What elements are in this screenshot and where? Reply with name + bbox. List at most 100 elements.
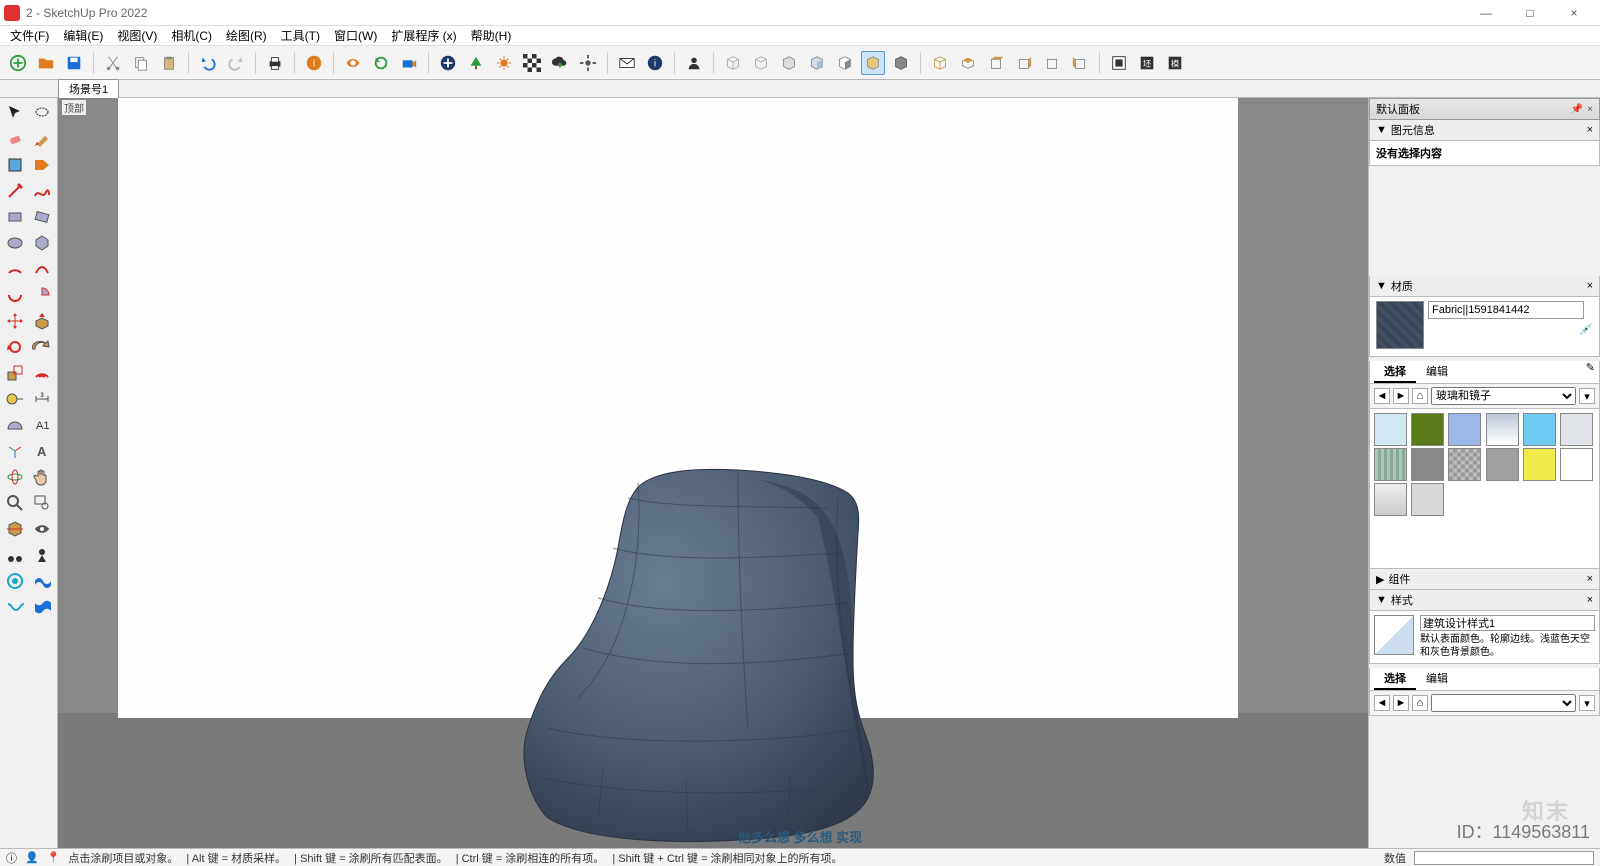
styles-nav-detail[interactable]: ▾ xyxy=(1579,695,1595,711)
redo-button[interactable] xyxy=(224,51,248,75)
new-file-button[interactable] xyxy=(6,51,30,75)
followme-tool[interactable] xyxy=(29,334,56,360)
styles-header[interactable]: ▼ 样式× xyxy=(1369,590,1600,611)
arc-tool[interactable] xyxy=(2,256,29,282)
scene-tab-1[interactable]: 场景号1 xyxy=(58,79,119,98)
styles-tab-select[interactable]: 选择 xyxy=(1374,668,1416,690)
eyedropper-icon[interactable]: 💉 xyxy=(1579,324,1593,336)
style-name-input[interactable] xyxy=(1420,615,1595,631)
tag-tool[interactable] xyxy=(29,152,56,178)
look-tool[interactable] xyxy=(29,516,56,542)
maximize-button[interactable]: □ xyxy=(1508,0,1552,26)
menu-view[interactable]: 视图(V) xyxy=(111,25,163,46)
add-circle-button[interactable] xyxy=(436,51,460,75)
tape-tool[interactable] xyxy=(2,386,29,412)
zoom-window-tool[interactable] xyxy=(29,490,56,516)
rectangle-tool[interactable] xyxy=(2,204,29,230)
swatch[interactable] xyxy=(1411,413,1444,446)
arc3-tool[interactable] xyxy=(2,282,29,308)
styles-tab-edit[interactable]: 编辑 xyxy=(1416,668,1458,690)
menu-draw[interactable]: 绘图(R) xyxy=(220,25,273,46)
lasso-tool[interactable] xyxy=(29,100,56,126)
tray-close-icon[interactable]: × xyxy=(1587,104,1593,115)
styles-nav-back[interactable]: ◄ xyxy=(1374,695,1390,711)
viewport[interactable]: 顶部 xyxy=(58,98,1368,848)
freehand-tool[interactable] xyxy=(29,178,56,204)
offset-tool[interactable] xyxy=(29,360,56,386)
arc2-tool[interactable] xyxy=(29,256,56,282)
text-tool[interactable]: A1 xyxy=(29,412,56,438)
style-mono-button[interactable] xyxy=(833,51,857,75)
menu-tools[interactable]: 工具(T) xyxy=(275,25,326,46)
polygon-tool[interactable] xyxy=(29,230,56,256)
view-right-button[interactable] xyxy=(1012,51,1036,75)
status-help-icon[interactable]: ⓘ xyxy=(6,850,17,866)
open-file-button[interactable] xyxy=(34,51,58,75)
close-button[interactable]: × xyxy=(1552,0,1596,26)
materials-tab-edit[interactable]: 编辑 xyxy=(1416,361,1458,383)
style-shaded-tex-button[interactable] xyxy=(805,51,829,75)
save-file-button[interactable] xyxy=(62,51,86,75)
square-2-button[interactable]: 坯 xyxy=(1135,51,1159,75)
material-name-input[interactable] xyxy=(1428,301,1584,319)
swatch[interactable] xyxy=(1560,413,1593,446)
view-back-button[interactable] xyxy=(1040,51,1064,75)
style-back-button[interactable] xyxy=(889,51,913,75)
swatch[interactable] xyxy=(1448,413,1481,446)
select-tool[interactable] xyxy=(2,100,29,126)
styles-nav-home[interactable]: ⌂ xyxy=(1412,695,1428,711)
pie-tool[interactable] xyxy=(29,282,56,308)
ext2-tool[interactable] xyxy=(29,568,56,594)
user-button[interactable] xyxy=(682,51,706,75)
menu-help[interactable]: 帮助(H) xyxy=(465,25,518,46)
move-tool[interactable] xyxy=(2,308,29,334)
material-collection-select[interactable]: 玻璃和镜子 xyxy=(1431,387,1576,405)
swatch[interactable] xyxy=(1374,448,1407,481)
swatch[interactable] xyxy=(1486,413,1519,446)
view-top-button[interactable] xyxy=(956,51,980,75)
ext4-tool[interactable] xyxy=(29,594,56,620)
style-hidden-button[interactable] xyxy=(749,51,773,75)
refresh-button[interactable] xyxy=(369,51,393,75)
swatch[interactable] xyxy=(1411,448,1444,481)
styles-tool[interactable] xyxy=(2,152,29,178)
mail-button[interactable] xyxy=(615,51,639,75)
ext3-tool[interactable] xyxy=(2,594,29,620)
nav-home-button[interactable]: ⌂ xyxy=(1412,388,1428,404)
swatch[interactable] xyxy=(1560,448,1593,481)
enscape-button[interactable] xyxy=(341,51,365,75)
orbit-tool[interactable] xyxy=(2,464,29,490)
pushpull-tool[interactable] xyxy=(29,308,56,334)
tray-title[interactable]: 默认面板 📌× xyxy=(1369,98,1600,120)
components-header[interactable]: ▶ 组件× xyxy=(1369,569,1600,590)
entity-info-header[interactable]: ▼ 图元信息× xyxy=(1369,120,1600,141)
view-iso-button[interactable] xyxy=(928,51,952,75)
scale-tool[interactable] xyxy=(2,360,29,386)
nav-fwd-button[interactable]: ► xyxy=(1393,388,1409,404)
cut-button[interactable] xyxy=(101,51,125,75)
walk-tool[interactable] xyxy=(2,542,29,568)
protractor-tool[interactable] xyxy=(2,412,29,438)
measure-input[interactable] xyxy=(1414,851,1594,865)
rotate-tool[interactable] xyxy=(2,334,29,360)
rot-rect-tool[interactable] xyxy=(29,204,56,230)
swatch[interactable] xyxy=(1411,483,1444,516)
menu-file[interactable]: 文件(F) xyxy=(4,25,55,46)
camera-button[interactable] xyxy=(397,51,421,75)
menu-camera[interactable]: 相机(C) xyxy=(165,25,218,46)
model-info-button[interactable]: i xyxy=(302,51,326,75)
section-tool[interactable] xyxy=(2,516,29,542)
swatch[interactable] xyxy=(1448,448,1481,481)
materials-tab-select[interactable]: 选择 xyxy=(1374,361,1416,383)
gear-button[interactable] xyxy=(576,51,600,75)
axes-tool[interactable] xyxy=(2,438,29,464)
dimension-tool[interactable]: 3 xyxy=(29,386,56,412)
position-camera-tool[interactable] xyxy=(29,542,56,568)
pan-tool[interactable] xyxy=(29,464,56,490)
ext1-tool[interactable] xyxy=(2,568,29,594)
circle-tool[interactable] xyxy=(2,230,29,256)
checker-button[interactable] xyxy=(520,51,544,75)
square-3-button[interactable]: 模 xyxy=(1163,51,1187,75)
style-thumb[interactable] xyxy=(1374,615,1414,655)
swatch[interactable] xyxy=(1523,413,1556,446)
